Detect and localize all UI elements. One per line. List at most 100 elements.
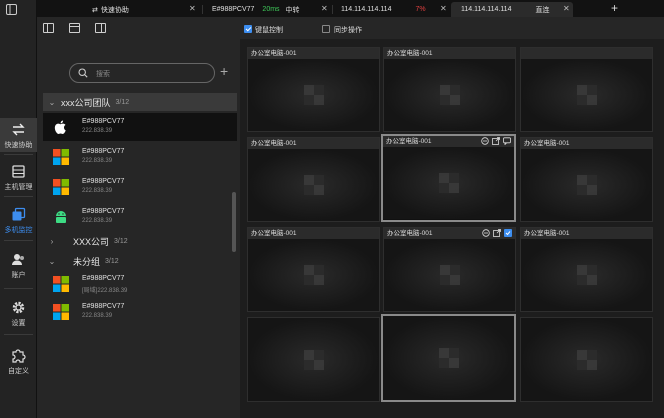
app-logo-icon [303,265,324,285]
tile-title: 办公室电脑-001 [521,138,652,149]
rail-label: 多机监控 [4,227,33,234]
group-name: XXX公司 [73,236,110,247]
device-row[interactable]: E#988PCV77 222.838.39 [43,113,237,141]
monitor-tile[interactable]: 办公室电脑-001 [383,47,516,132]
rail-label: 主机管理 [4,184,33,191]
latency-badge: 20ms [262,6,280,13]
group-row[interactable]: › XXX公司 3/12 [43,232,237,250]
add-device-button[interactable]: + [220,63,228,79]
device-row[interactable]: E#988PCV77 222.838.39 [43,143,237,171]
left-rail: 快速协助 主机管理 多机监控 账户 设置 自定义 [0,0,37,418]
device-name: E#988PCV77 [82,208,125,215]
group-count: 3/12 [115,98,130,106]
tab-ip-1[interactable]: 114.114.114.114 7% ✕ [337,2,447,17]
app-logo-icon [576,349,597,370]
app-logo-icon [438,173,459,193]
tab-label: 114.114.114.114 [461,6,512,13]
rail-item-settings[interactable]: 设置 [0,296,37,330]
multi-monitor-icon [12,207,26,221]
group-name: 未分组 [73,256,101,267]
sync-label: 同步操作 [334,27,362,34]
rail-item-quick-assist[interactable]: 快速协助 [0,118,37,152]
device-ip: 222.838.39 [82,128,113,134]
external-link-icon[interactable] [493,229,501,237]
app-logo-icon [303,349,324,370]
monitor-tile[interactable] [520,317,653,402]
tab-ip-2[interactable]: 114.114.114.114 直连 ✕ [451,2,573,17]
device-row[interactable]: E#988PCV77 222.838.39 [43,203,237,231]
monitor-tile[interactable]: 办公室电脑-001 [383,227,516,312]
monitor-tile[interactable] [247,317,380,402]
close-icon[interactable]: ✕ [440,4,447,13]
rail-item-customize[interactable]: 自定义 [0,344,37,378]
app-logo-icon [576,85,597,105]
device-name: E#988PCV77 [82,178,125,185]
scrollbar[interactable] [232,192,236,252]
android-icon [56,211,66,223]
app-logo-icon [576,175,597,195]
chat-icon[interactable] [503,137,511,146]
close-icon[interactable]: ✕ [189,4,196,13]
monitor-tile[interactable] [520,47,653,132]
close-icon[interactable]: ✕ [563,4,570,13]
monitor-tile-selected[interactable]: 办公室电脑-001 [381,134,516,222]
rail-label: 账户 [11,272,26,279]
tile-title [521,48,652,59]
tile-title: 办公室电脑-001 [248,228,379,239]
device-ip: 222.838.39 [82,218,113,224]
app-logo-icon [576,265,597,285]
minus-circle-icon[interactable] [482,229,490,237]
layout-right-icon[interactable] [95,23,106,33]
tile-title: 办公室电脑-001 [248,48,379,59]
monitor-tile[interactable]: 办公室电脑-001 [247,227,380,312]
device-name: E#988PCV77 [82,148,125,155]
group-row[interactable]: ⌄ xxx公司团队 3/12 [43,93,237,111]
app-logo-icon [303,85,324,105]
close-icon[interactable]: ✕ [321,4,328,13]
device-row[interactable]: E#988PCV77 222.838.39 [43,298,237,326]
minus-circle-icon[interactable] [481,137,489,145]
device-row[interactable]: E#988PCV77 [局域]222.838.39 [43,270,237,298]
device-row[interactable]: E#988PCV77 222.838.39 [43,173,237,201]
windows-icon [53,149,69,165]
search-placeholder: 搜索 [96,71,110,78]
layout-top-icon[interactable] [69,23,80,33]
puzzle-icon [12,349,26,363]
checkbox-checked-icon[interactable] [504,229,512,237]
sync-checkbox[interactable] [322,25,330,33]
tile-title: 办公室电脑-001 [521,228,652,239]
monitor-tile[interactable]: 办公室电脑-001 [247,137,380,222]
tab-quick-assist[interactable]: ⇄ 快速协助 ✕ [92,2,197,17]
windows-icon [53,179,69,195]
group-row[interactable]: ⌄ 未分组 3/12 [43,252,237,270]
rail-label: 自定义 [8,368,29,375]
keyboard-mouse-label: 键鼠控制 [255,27,283,34]
tab-remote-device[interactable]: E#988PCV77 20ms 中转 ✕ [209,2,329,17]
layout-left-icon[interactable] [43,23,54,33]
swap-arrows-icon: ⇄ [92,6,98,14]
device-panel: 搜索 + ⌄ xxx公司团队 3/12 E#988PCV77 222.838.3… [37,17,240,418]
monitor-tile-selected[interactable] [381,314,516,402]
keyboard-mouse-checkbox[interactable] [244,25,252,33]
new-tab-button[interactable]: + [611,1,618,15]
app-logo-icon [303,175,324,195]
rail-item-multi-monitor[interactable]: 多机监控 [0,203,37,237]
monitor-tile[interactable]: 办公室电脑-001 [520,137,653,222]
collapse-icon[interactable] [6,4,17,15]
monitor-tile[interactable]: 办公室电脑-001 [247,47,380,132]
windows-icon [53,276,69,292]
tab-label: 快速协助 [100,6,129,14]
device-ip: [局域]222.838.39 [82,288,128,294]
chevron-down-icon: ⌄ [48,256,56,266]
rail-item-host-management[interactable]: 主机管理 [0,160,37,194]
monitor-toolbar: 键鼠控制 同步操作 [240,17,664,39]
rail-label: 设置 [11,320,26,327]
gear-icon [12,301,25,314]
monitor-tile[interactable]: 办公室电脑-001 [520,227,653,312]
external-link-icon[interactable] [492,137,500,145]
monitor-area: 键鼠控制 同步操作 办公室电脑-001 办公室电脑-001 办公室电脑-001 … [240,17,664,418]
chevron-right-icon: › [50,236,54,246]
search-input[interactable]: 搜索 [69,63,215,83]
device-name: E#988PCV77 [82,303,125,310]
rail-item-account[interactable]: 账户 [0,248,37,282]
